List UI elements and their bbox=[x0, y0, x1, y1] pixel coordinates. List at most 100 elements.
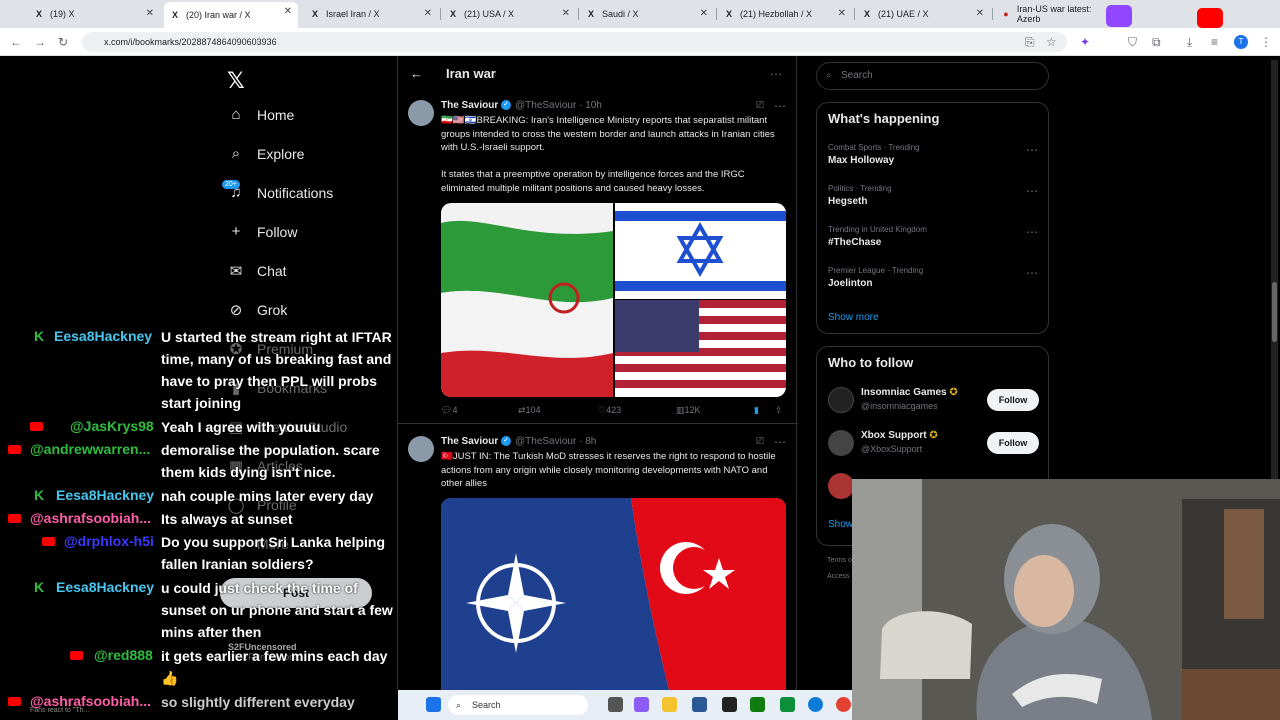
tweet-media-image[interactable] bbox=[441, 203, 786, 397]
close-icon[interactable]: ✕ bbox=[562, 8, 570, 19]
more-icon[interactable]: ⋯ bbox=[1026, 225, 1038, 239]
footer-terms-link[interactable]: Terms o bbox=[827, 557, 852, 564]
app-icon[interactable] bbox=[722, 697, 737, 712]
edge-icon[interactable] bbox=[808, 697, 823, 712]
browser-tab[interactable]: X (21) USA / X ✕ bbox=[442, 4, 576, 24]
tweet[interactable]: The Saviour ✓ @TheSaviour · 8h ⎚ ⋯ 🇹🇷JUS… bbox=[398, 430, 798, 698]
nav-follow[interactable]: + Follow bbox=[227, 223, 298, 240]
browser-tab[interactable]: X Saudi / X ✕ bbox=[580, 4, 714, 24]
panel-title: Who to follow bbox=[828, 355, 914, 370]
x-logo-icon[interactable]: 𝕏 bbox=[227, 68, 245, 94]
avatar[interactable] bbox=[828, 430, 854, 456]
browser-tab[interactable]: X (21) Hezbollah / X ✕ bbox=[718, 4, 852, 24]
browser-tab[interactable]: ● Iran-US war latest: Azerb bbox=[995, 4, 1115, 24]
install-icon[interactable]: ⎘ bbox=[1025, 35, 1035, 50]
tweet-media-image[interactable] bbox=[441, 498, 786, 698]
tweet-text: 🇹🇷JUST IN: The Turkish MoD stresses it r… bbox=[441, 451, 776, 489]
gold-verified-icon: ✪ bbox=[929, 430, 938, 441]
tweet-handle[interactable]: @TheSaviour · 10h bbox=[515, 100, 602, 111]
trend-name[interactable]: #TheChase bbox=[828, 237, 881, 248]
nav-grok[interactable]: ⊘ Grok bbox=[227, 301, 288, 319]
chat-text: demoralise the population. scare them ki… bbox=[161, 442, 380, 480]
avatar[interactable] bbox=[828, 473, 854, 499]
scrollbar-thumb[interactable] bbox=[1272, 282, 1277, 342]
extension-icon[interactable]: ✦ bbox=[1080, 35, 1090, 49]
chrome-icon[interactable] bbox=[836, 697, 851, 712]
browser-tab-active[interactable]: X (20) Iran war / X ✕ bbox=[164, 2, 298, 28]
close-icon[interactable]: ✕ bbox=[146, 8, 154, 19]
avatar[interactable] bbox=[408, 436, 434, 462]
show-more-link[interactable]: Show bbox=[828, 519, 853, 530]
share-icon[interactable]: ⇪ bbox=[775, 405, 783, 416]
reload-icon[interactable]: ↻ bbox=[58, 35, 68, 49]
tweet-author-name[interactable]: The Saviour ✓ bbox=[441, 100, 512, 111]
grok-tweet-icon[interactable]: ⎚ bbox=[756, 436, 764, 447]
copilot-icon[interactable] bbox=[634, 697, 649, 712]
tweet[interactable]: The Saviour ✓ @TheSaviour · 10h ⎚ ⋯ 🇮🇷🇺🇸… bbox=[398, 94, 798, 424]
task-view-icon[interactable] bbox=[608, 697, 623, 712]
follow-button[interactable]: Follow bbox=[987, 389, 1039, 411]
reading-list-icon[interactable]: ≡ bbox=[1211, 35, 1218, 49]
nav-chat[interactable]: ✉ Chat bbox=[227, 262, 287, 280]
avatar[interactable] bbox=[828, 387, 854, 413]
url-field[interactable]: x.com/i/bookmarks/2028874864090603936 bbox=[82, 32, 1067, 52]
taskbar-search[interactable]: ⌕ Search bbox=[448, 695, 588, 715]
bookmark-star-icon[interactable]: ☆ bbox=[1046, 35, 1057, 49]
follow-account-name[interactable]: Xbox Support ✪ bbox=[861, 430, 938, 441]
store-icon[interactable] bbox=[692, 697, 707, 712]
avatar[interactable] bbox=[408, 100, 434, 126]
chat-message: @andrewwarren... demoralise the populati… bbox=[0, 439, 397, 483]
trend-name[interactable]: Hegseth bbox=[828, 196, 867, 207]
close-icon[interactable]: ✕ bbox=[424, 8, 432, 19]
bookmark-button[interactable]: ▮ bbox=[754, 405, 759, 416]
tweet-handle[interactable]: @TheSaviour · 8h bbox=[515, 436, 596, 447]
trend-name[interactable]: Max Holloway bbox=[828, 155, 894, 166]
shield-icon[interactable]: ⛉ bbox=[1128, 35, 1137, 50]
browser-tab[interactable]: X Israel Iran / X ✕ bbox=[304, 4, 438, 24]
puzzle-icon[interactable]: ⧉ bbox=[1152, 35, 1161, 50]
nav-notifications[interactable]: ♫ Notifications bbox=[227, 184, 333, 201]
file-explorer-icon[interactable] bbox=[662, 697, 677, 712]
close-icon[interactable]: ✕ bbox=[976, 8, 984, 19]
download-icon[interactable]: ⤓ bbox=[1187, 35, 1192, 50]
reply-button[interactable]: 💬︎ 4 bbox=[441, 405, 457, 416]
browser-address-bar: ← → ↻ x.com/i/bookmarks/2028874864090603… bbox=[0, 28, 1280, 56]
search-input[interactable]: ⌕ Search bbox=[816, 62, 1049, 90]
follow-account-name[interactable]: Insomniac Games ✪ bbox=[861, 387, 958, 398]
tab-label: Saudi / X bbox=[602, 9, 639, 19]
more-icon[interactable]: ⋯ bbox=[774, 435, 786, 449]
xbox-icon[interactable] bbox=[750, 697, 765, 712]
forward-arrow-icon[interactable]: → bbox=[34, 35, 46, 49]
browser-tab[interactable]: X (21) UAE / X ✕ bbox=[856, 4, 990, 24]
back-arrow-icon[interactable]: ← bbox=[10, 35, 22, 49]
trend-name[interactable]: Joelinton bbox=[828, 278, 872, 289]
search-icon: ⌕ bbox=[826, 70, 832, 81]
views-button[interactable]: ▥ 12K bbox=[676, 405, 701, 416]
show-more-link[interactable]: Show more bbox=[828, 312, 879, 323]
follow-button[interactable]: Follow bbox=[987, 432, 1039, 454]
browser-tab[interactable]: X (19) X ✕ bbox=[28, 4, 160, 24]
chat-message: K Eesa8Hackney U started the stream righ… bbox=[0, 326, 397, 416]
more-icon[interactable]: ⋯ bbox=[1026, 266, 1038, 280]
back-arrow-icon[interactable]: ← bbox=[410, 66, 423, 81]
account-name-text: Xbox Support bbox=[861, 430, 927, 441]
more-icon[interactable]: ⋯ bbox=[774, 99, 786, 113]
repost-button[interactable]: ⇄ 104 bbox=[518, 405, 541, 416]
app-icon[interactable] bbox=[780, 697, 795, 712]
close-icon[interactable]: ✕ bbox=[700, 8, 708, 19]
menu-kebab-icon[interactable]: ⋮ bbox=[1260, 35, 1272, 49]
profile-avatar-icon[interactable]: T bbox=[1234, 35, 1248, 49]
nav-home[interactable]: ⌂ Home bbox=[227, 106, 294, 123]
like-button[interactable]: ♡ 423 bbox=[598, 405, 621, 416]
close-icon[interactable]: ✕ bbox=[284, 6, 292, 17]
more-icon[interactable]: ⋯ bbox=[770, 67, 782, 81]
windows-start-icon[interactable] bbox=[426, 697, 441, 712]
nav-explore[interactable]: ⌕ Explore bbox=[227, 145, 305, 162]
close-icon[interactable]: ✕ bbox=[838, 8, 846, 19]
more-icon[interactable]: ⋯ bbox=[1026, 184, 1038, 198]
footer-accessibility-link[interactable]: Access bbox=[827, 573, 850, 580]
trend-context: Premier League · Trending bbox=[828, 266, 924, 275]
tweet-author-name[interactable]: The Saviour ✓ bbox=[441, 436, 512, 447]
more-icon[interactable]: ⋯ bbox=[1026, 143, 1038, 157]
grok-tweet-icon[interactable]: ⎚ bbox=[756, 100, 764, 111]
